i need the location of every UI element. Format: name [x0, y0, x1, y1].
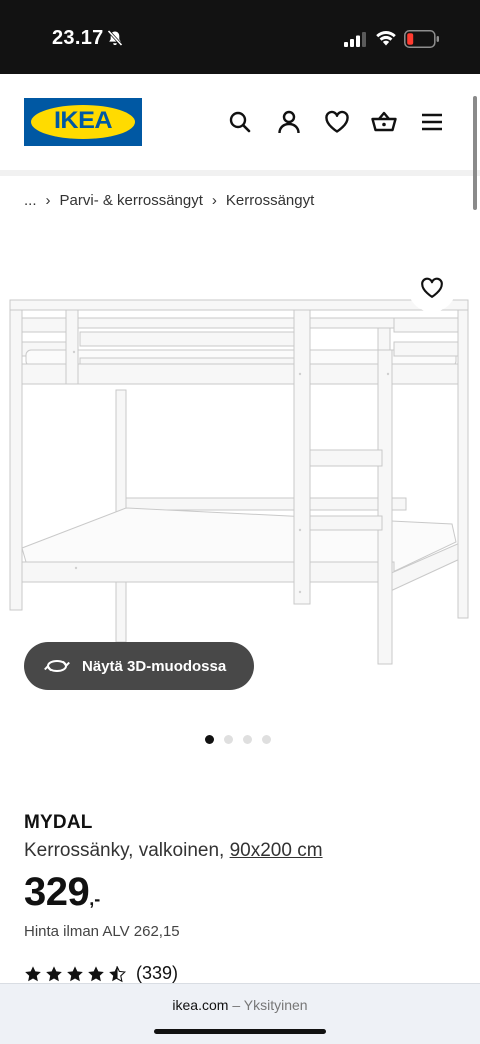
star-full-icon [67, 965, 83, 981]
product-description-text: Kerrossänky, valkoinen, [24, 840, 225, 861]
chevron-right-icon: › [211, 192, 217, 209]
header-divider [0, 170, 480, 176]
product-description: Kerrossänky, valkoinen, 90x200 cm [24, 840, 323, 862]
site-header: IKEA [0, 74, 480, 170]
product-rating[interactable]: (339) [24, 963, 178, 984]
product-price: 329,- [24, 870, 100, 915]
review-count: (339) [136, 963, 179, 983]
account-icon[interactable] [275, 108, 303, 136]
star-half-icon [109, 965, 126, 982]
price-suffix: ,- [89, 889, 101, 909]
url-line[interactable]: ikea.com – Yksityinen [0, 997, 480, 1013]
carousel-dot[interactable] [243, 735, 252, 744]
add-to-favourites-button[interactable] [408, 264, 456, 312]
url-domain: ikea.com [172, 997, 229, 1013]
product-name: MYDAL [24, 812, 93, 833]
shopping-bag-icon[interactable] [370, 108, 398, 136]
carousel-dot[interactable] [205, 735, 214, 744]
url-separator: – [232, 997, 241, 1013]
product-size-link[interactable]: 90x200 cm [230, 840, 323, 861]
view-3d-button[interactable]: Näytä 3D-muodossa [24, 642, 254, 690]
breadcrumb-ellipsis[interactable]: ... [24, 192, 37, 209]
cellular-signal-icon [344, 32, 366, 47]
scrollbar[interactable] [473, 96, 477, 210]
star-full-icon [88, 965, 104, 981]
battery-low-icon [404, 30, 439, 48]
carousel-dot[interactable] [224, 735, 233, 744]
bell-muted-icon [107, 29, 123, 47]
home-indicator[interactable] [154, 1029, 326, 1034]
status-time: 23.17 [52, 27, 104, 49]
ikea-logo[interactable]: IKEA [24, 98, 142, 146]
private-mode-label: Yksityinen [243, 997, 308, 1013]
status-bar: 23.17 [0, 0, 480, 74]
star-full-icon [46, 965, 62, 981]
star-full-icon [25, 965, 41, 981]
menu-icon[interactable] [418, 108, 446, 136]
heart-icon [421, 277, 443, 298]
browser-address-bar[interactable]: ikea.com – Yksityinen [0, 983, 480, 1044]
rotate-3d-icon [44, 659, 70, 673]
wifi-icon [376, 31, 396, 46]
breadcrumb: ... › Parvi- & kerrossängyt › Kerrossäng… [24, 192, 314, 209]
breadcrumb-item-loft-bunk-beds[interactable]: Parvi- & kerrossängyt [60, 192, 203, 209]
price-value: 329 [24, 870, 90, 914]
search-icon[interactable] [226, 108, 254, 136]
carousel-dot[interactable] [262, 735, 271, 744]
view-3d-label: Näytä 3D-muodossa [82, 657, 227, 675]
price-excl-vat: Hinta ilman ALV 262,15 [24, 923, 180, 940]
rating-stars [24, 965, 126, 983]
breadcrumb-item-bunk-beds[interactable]: Kerrossängyt [226, 192, 314, 209]
chevron-right-icon: › [45, 192, 51, 209]
logo-wordmark: IKEA [53, 107, 113, 134]
favourites-icon[interactable] [323, 108, 351, 136]
carousel-dots [205, 735, 271, 744]
